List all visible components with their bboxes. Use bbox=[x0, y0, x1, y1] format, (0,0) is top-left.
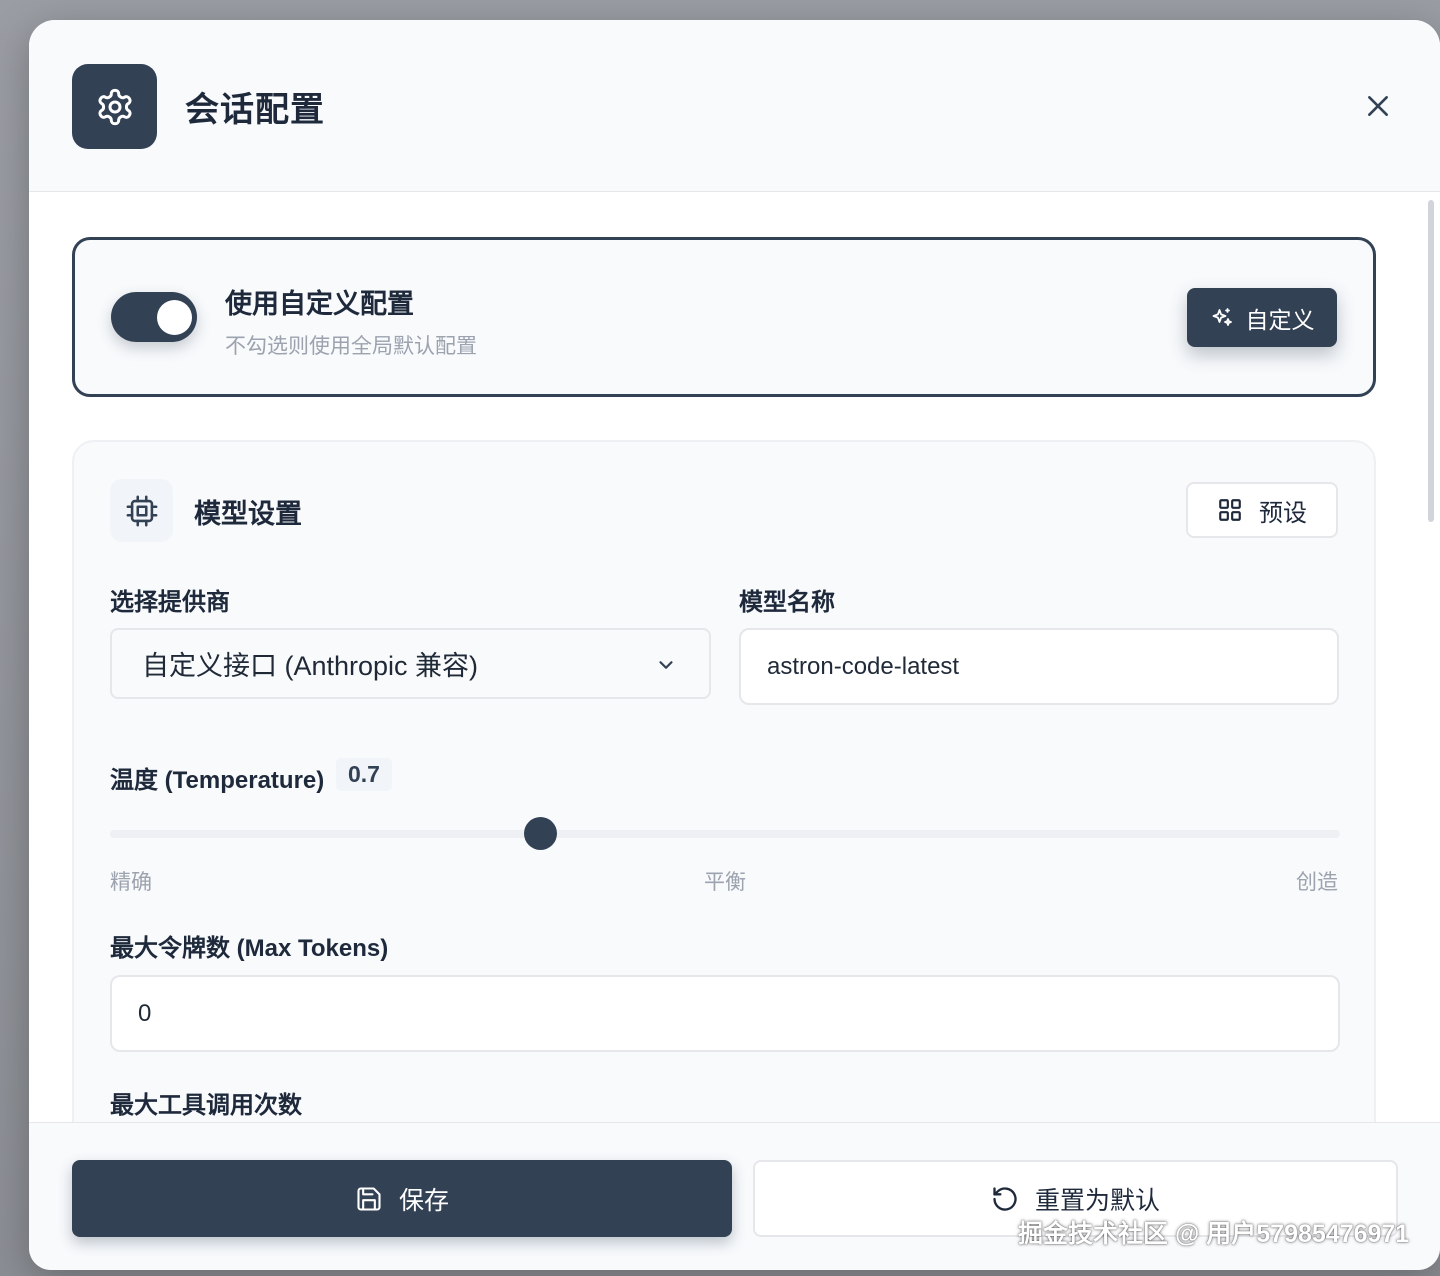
grid-icon bbox=[1219, 499, 1241, 521]
dialog-header: 会话配置 bbox=[29, 20, 1440, 192]
provider-label: 选择提供商 bbox=[110, 589, 230, 616]
save-icon bbox=[357, 1186, 381, 1211]
close-icon bbox=[1368, 96, 1388, 116]
reset-icon bbox=[993, 1186, 1017, 1211]
sparkles-icon bbox=[1212, 307, 1232, 326]
session-config-dialog: 会话配置 使用自定义配置 不勾选则使用全局默认配置 自定义 模型设置 预设 选择… bbox=[29, 20, 1440, 1270]
temperature-slider-thumb[interactable] bbox=[524, 817, 557, 850]
temperature-value-badge: 0.7 bbox=[336, 758, 392, 791]
custom-config-toggle[interactable] bbox=[111, 292, 197, 342]
model-settings-card: 模型设置 预设 选择提供商 自定义接口 (Anthropic 兼容) 模型名称 … bbox=[72, 440, 1376, 1122]
tick-label-precise: 精确 bbox=[110, 871, 152, 894]
max-tokens-value: 0 bbox=[138, 999, 152, 1027]
provider-select[interactable]: 自定义接口 (Anthropic 兼容) bbox=[110, 628, 711, 699]
cpu-icon bbox=[110, 479, 173, 542]
scrollbar[interactable] bbox=[1428, 200, 1434, 522]
provider-select-value: 自定义接口 (Anthropic 兼容) bbox=[142, 651, 479, 681]
preset-button[interactable]: 预设 bbox=[1186, 482, 1338, 538]
preset-button-label: 预设 bbox=[1259, 499, 1307, 527]
tick-label-creative: 创造 bbox=[1296, 871, 1338, 894]
toggle-knob bbox=[157, 300, 192, 335]
watermark: 掘金技术社区 @ 用户57985476971 bbox=[1018, 1220, 1410, 1248]
save-button[interactable]: 保存 bbox=[72, 1160, 732, 1237]
custom-button-label: 自定义 bbox=[1245, 306, 1315, 333]
max-tokens-label: 最大令牌数 (Max Tokens) bbox=[110, 935, 389, 962]
max-tool-calls-label: 最大工具调用次数 bbox=[110, 1092, 302, 1119]
model-settings-title: 模型设置 bbox=[194, 499, 302, 529]
model-name-label: 模型名称 bbox=[739, 589, 835, 616]
custom-config-title: 使用自定义配置 bbox=[225, 289, 414, 319]
temperature-slider[interactable] bbox=[110, 817, 1340, 850]
custom-button[interactable]: 自定义 bbox=[1187, 288, 1337, 347]
close-button[interactable] bbox=[1360, 88, 1396, 124]
model-name-input[interactable]: astron-code-latest bbox=[739, 628, 1339, 705]
temperature-label: 温度 (Temperature) bbox=[110, 767, 325, 794]
custom-config-subtitle: 不勾选则使用全局默认配置 bbox=[225, 335, 477, 358]
reset-button-label: 重置为默认 bbox=[1034, 1186, 1160, 1215]
custom-config-card: 使用自定义配置 不勾选则使用全局默认配置 自定义 bbox=[72, 237, 1376, 397]
model-name-value: astron-code-latest bbox=[767, 652, 960, 680]
gear-icon bbox=[72, 64, 157, 149]
chevron-down-icon bbox=[659, 661, 673, 669]
max-tokens-input[interactable]: 0 bbox=[110, 975, 1340, 1052]
dialog-title: 会话配置 bbox=[185, 91, 325, 129]
dialog-body: 使用自定义配置 不勾选则使用全局默认配置 自定义 模型设置 预设 选择提供商 自… bbox=[29, 192, 1440, 1122]
tick-label-balanced: 平衡 bbox=[704, 871, 746, 894]
save-button-label: 保存 bbox=[398, 1186, 449, 1215]
